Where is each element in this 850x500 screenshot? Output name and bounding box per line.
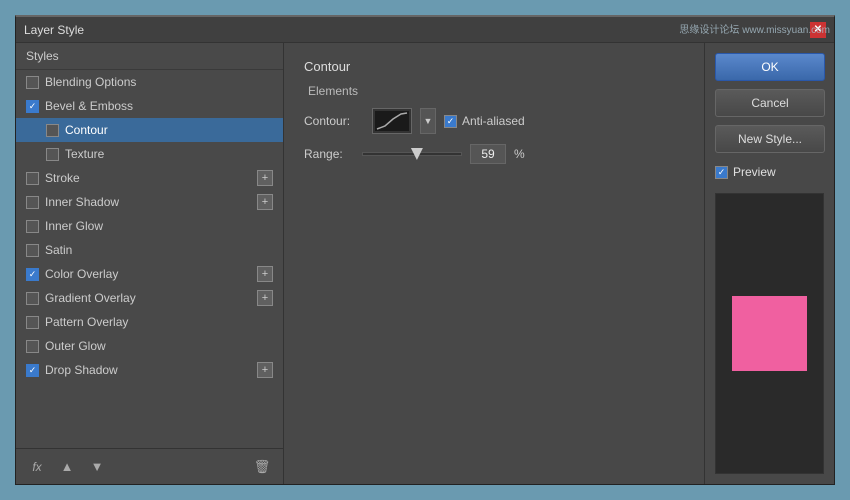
label-blending-options: Blending Options [45,75,136,89]
center-panel: Contour Elements Contour: ▼ Anti-aliased [284,43,704,484]
anti-alias-row: Anti-aliased [444,114,525,128]
preview-checkbox[interactable] [715,166,728,179]
anti-alias-label[interactable]: Anti-aliased [444,114,525,128]
cancel-button[interactable]: Cancel [715,89,825,117]
add-btn-stroke[interactable]: + [257,170,273,186]
checkbox-satin[interactable] [26,244,39,257]
add-btn-inner-shadow[interactable]: + [257,194,273,210]
section-title: Contour [304,59,684,74]
layer-style-dialog: Layer Style 思缘设计论坛 www.missyuan.com ✕ St… [15,15,835,485]
delete-button[interactable]: 🗑 [251,457,273,477]
checkbox-stroke[interactable] [26,172,39,185]
checkbox-outer-glow[interactable] [26,340,39,353]
sidebar-item-color-overlay[interactable]: Color Overlay + [16,262,283,286]
add-btn-drop-shadow[interactable]: + [257,362,273,378]
contour-dropdown[interactable]: ▼ [420,108,436,134]
label-contour: Contour [65,123,108,137]
panel-footer: fx ▲ ▼ 🗑 [16,448,283,484]
anti-alias-checkbox[interactable] [444,115,457,128]
sidebar-item-contour[interactable]: Contour [16,118,283,142]
sub-title: Elements [304,84,684,98]
contour-row: Contour: ▼ Anti-aliased [304,108,684,134]
checkbox-pattern-overlay[interactable] [26,316,39,329]
label-outer-glow: Outer Glow [45,339,106,353]
contour-preview[interactable] [372,108,412,134]
sidebar-item-inner-shadow[interactable]: Inner Shadow + [16,190,283,214]
add-btn-gradient-overlay[interactable]: + [257,290,273,306]
style-list: Blending Options Bevel & Emboss Contour Tex… [16,70,283,448]
title-bar: Layer Style 思缘设计论坛 www.missyuan.com ✕ [16,17,834,43]
sidebar-item-drop-shadow[interactable]: Drop Shadow + [16,358,283,382]
label-pattern-overlay: Pattern Overlay [45,315,128,329]
right-panel: OK Cancel New Style... Preview [704,43,834,484]
preview-row: Preview [715,165,824,179]
label-color-overlay: Color Overlay [45,267,118,281]
new-style-button[interactable]: New Style... [715,125,825,153]
checkbox-blending-options[interactable] [26,76,39,89]
label-inner-shadow: Inner Shadow [45,195,119,209]
checkbox-gradient-overlay[interactable] [26,292,39,305]
label-texture: Texture [65,147,104,161]
dialog-body: Styles Blending Options Bevel & Emboss Con… [16,43,834,484]
contour-label: Contour: [304,114,364,128]
sidebar-item-blending-options[interactable]: Blending Options [16,70,283,94]
label-drop-shadow: Drop Shadow [45,363,118,377]
checkbox-drop-shadow[interactable] [26,364,39,377]
move-down-button[interactable]: ▼ [86,457,108,477]
label-inner-glow: Inner Glow [45,219,103,233]
label-stroke: Stroke [45,171,80,185]
sidebar-item-outer-glow[interactable]: Outer Glow [16,334,283,358]
range-label: Range: [304,147,354,161]
sidebar-item-stroke[interactable]: Stroke + [16,166,283,190]
checkbox-inner-shadow[interactable] [26,196,39,209]
watermark: 思缘设计论坛 www.missyuan.com [679,21,830,36]
dialog-title: Layer Style [24,23,84,37]
range-thumb[interactable] [411,148,423,160]
sidebar-item-bevel-emboss[interactable]: Bevel & Emboss [16,94,283,118]
sidebar-item-pattern-overlay[interactable]: Pattern Overlay [16,310,283,334]
styles-header: Styles [16,43,283,70]
range-row: Range: % [304,144,684,164]
checkbox-contour[interactable] [46,124,59,137]
range-unit: % [514,147,525,161]
checkbox-bevel-emboss[interactable] [26,100,39,113]
label-gradient-overlay: Gradient Overlay [45,291,136,305]
preview-square [732,296,807,371]
checkbox-inner-glow[interactable] [26,220,39,233]
preview-area [715,193,824,474]
sidebar-item-texture[interactable]: Texture [16,142,283,166]
sidebar-item-satin[interactable]: Satin [16,238,283,262]
sidebar-item-gradient-overlay[interactable]: Gradient Overlay + [16,286,283,310]
preview-label: Preview [733,165,776,179]
left-panel: Styles Blending Options Bevel & Emboss Con… [16,43,284,484]
fx-button[interactable]: fx [26,457,48,477]
range-input[interactable] [470,144,506,164]
ok-button[interactable]: OK [715,53,825,81]
label-satin: Satin [45,243,72,257]
checkbox-texture[interactable] [46,148,59,161]
add-btn-color-overlay[interactable]: + [257,266,273,282]
sidebar-item-inner-glow[interactable]: Inner Glow [16,214,283,238]
checkbox-color-overlay[interactable] [26,268,39,281]
move-up-button[interactable]: ▲ [56,457,78,477]
range-slider[interactable] [362,152,462,156]
label-bevel-emboss: Bevel & Emboss [45,99,133,113]
